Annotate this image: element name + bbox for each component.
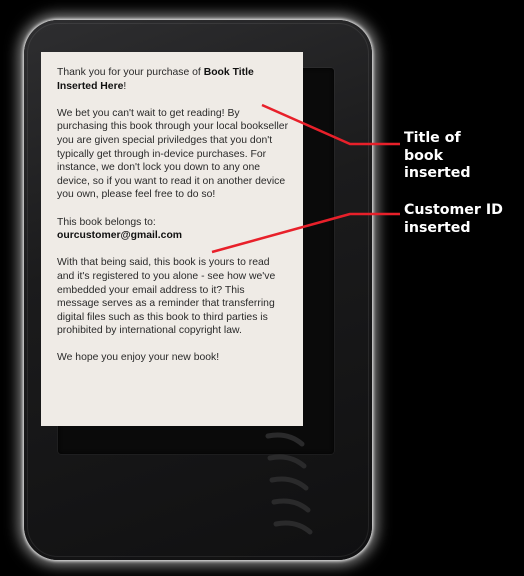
paragraph-copyright: With that being said, this book is yours… [57,257,276,337]
title-callout: Title of book inserted [404,130,471,181]
greeting-text: Thank you for your purchase of Book Titl… [57,66,289,93]
scroll-wheel-ridges [265,432,313,535]
greeting-suffix: ! [123,80,127,92]
customer-email: ourcustomer@gmail.com [57,230,183,242]
paragraph-intro: We bet you can't wait to get reading! By… [57,107,289,201]
ownership-block: This book belongs to: ourcustomer@gmail.… [57,216,289,243]
greeting-prefix: Thank you for your purchase of [57,67,204,78]
ereader-screen: Thank you for your purchase of Book Titl… [41,52,303,426]
customer-callout: Customer ID inserted [404,202,503,236]
belongs-label: This book belongs to: [57,216,156,228]
closing-text: We hope you enjoy your new book! [57,352,220,364]
